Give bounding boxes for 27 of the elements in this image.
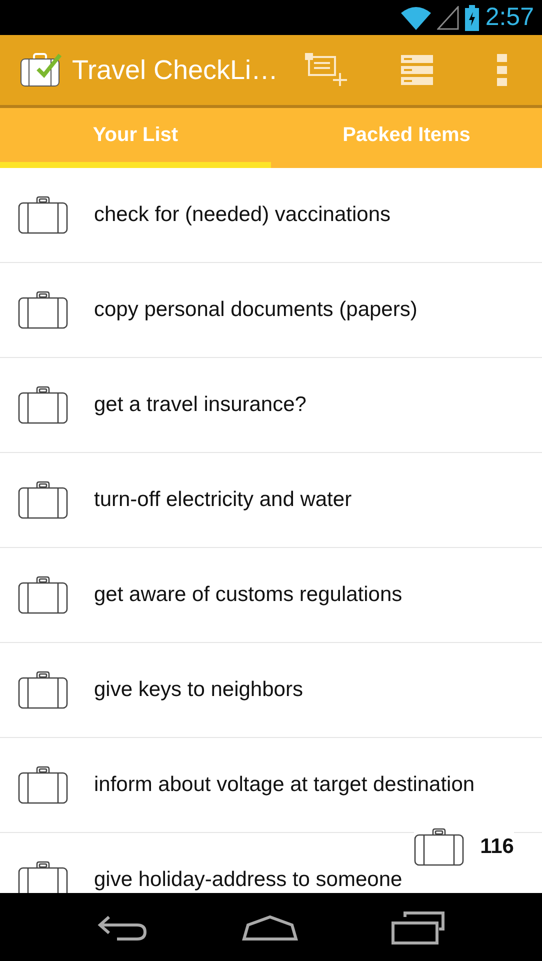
list-item[interactable]: give holiday-address to someone — [94, 868, 402, 892]
item-count: 116 — [480, 835, 514, 859]
app-title: Travel CheckLi… — [72, 54, 280, 86]
list-item[interactable]: give keys to neighbors — [94, 678, 303, 702]
signal-icon — [437, 6, 460, 30]
wifi-icon — [401, 6, 432, 30]
back-icon[interactable] — [96, 915, 149, 941]
suitcase-icon — [18, 386, 68, 424]
clock-time: 2:57 — [485, 3, 534, 32]
home-icon[interactable] — [242, 915, 298, 941]
list-item[interactable]: inform about voltage at target destination — [94, 773, 475, 797]
suitcase-icon — [414, 828, 464, 866]
suitcase-icon — [18, 671, 68, 709]
suitcase-check-icon — [20, 53, 62, 87]
suitcase-icon — [18, 481, 68, 519]
suitcase-icon — [18, 291, 68, 329]
suitcase-icon — [18, 196, 68, 234]
list-item[interactable]: get a travel insurance? — [94, 393, 306, 417]
suitcase-icon — [18, 766, 68, 804]
suitcase-icon — [18, 861, 68, 893]
list-item[interactable]: get aware of customs regulations — [94, 583, 402, 607]
list-item[interactable]: turn-off electricity and water — [94, 488, 352, 512]
suitcase-icon — [18, 576, 68, 614]
list-item[interactable]: copy personal documents (papers) — [94, 298, 418, 322]
recent-apps-icon[interactable] — [391, 911, 446, 945]
battery-icon — [465, 4, 480, 30]
list-item[interactable]: check for (needed) vaccinations — [94, 203, 390, 227]
